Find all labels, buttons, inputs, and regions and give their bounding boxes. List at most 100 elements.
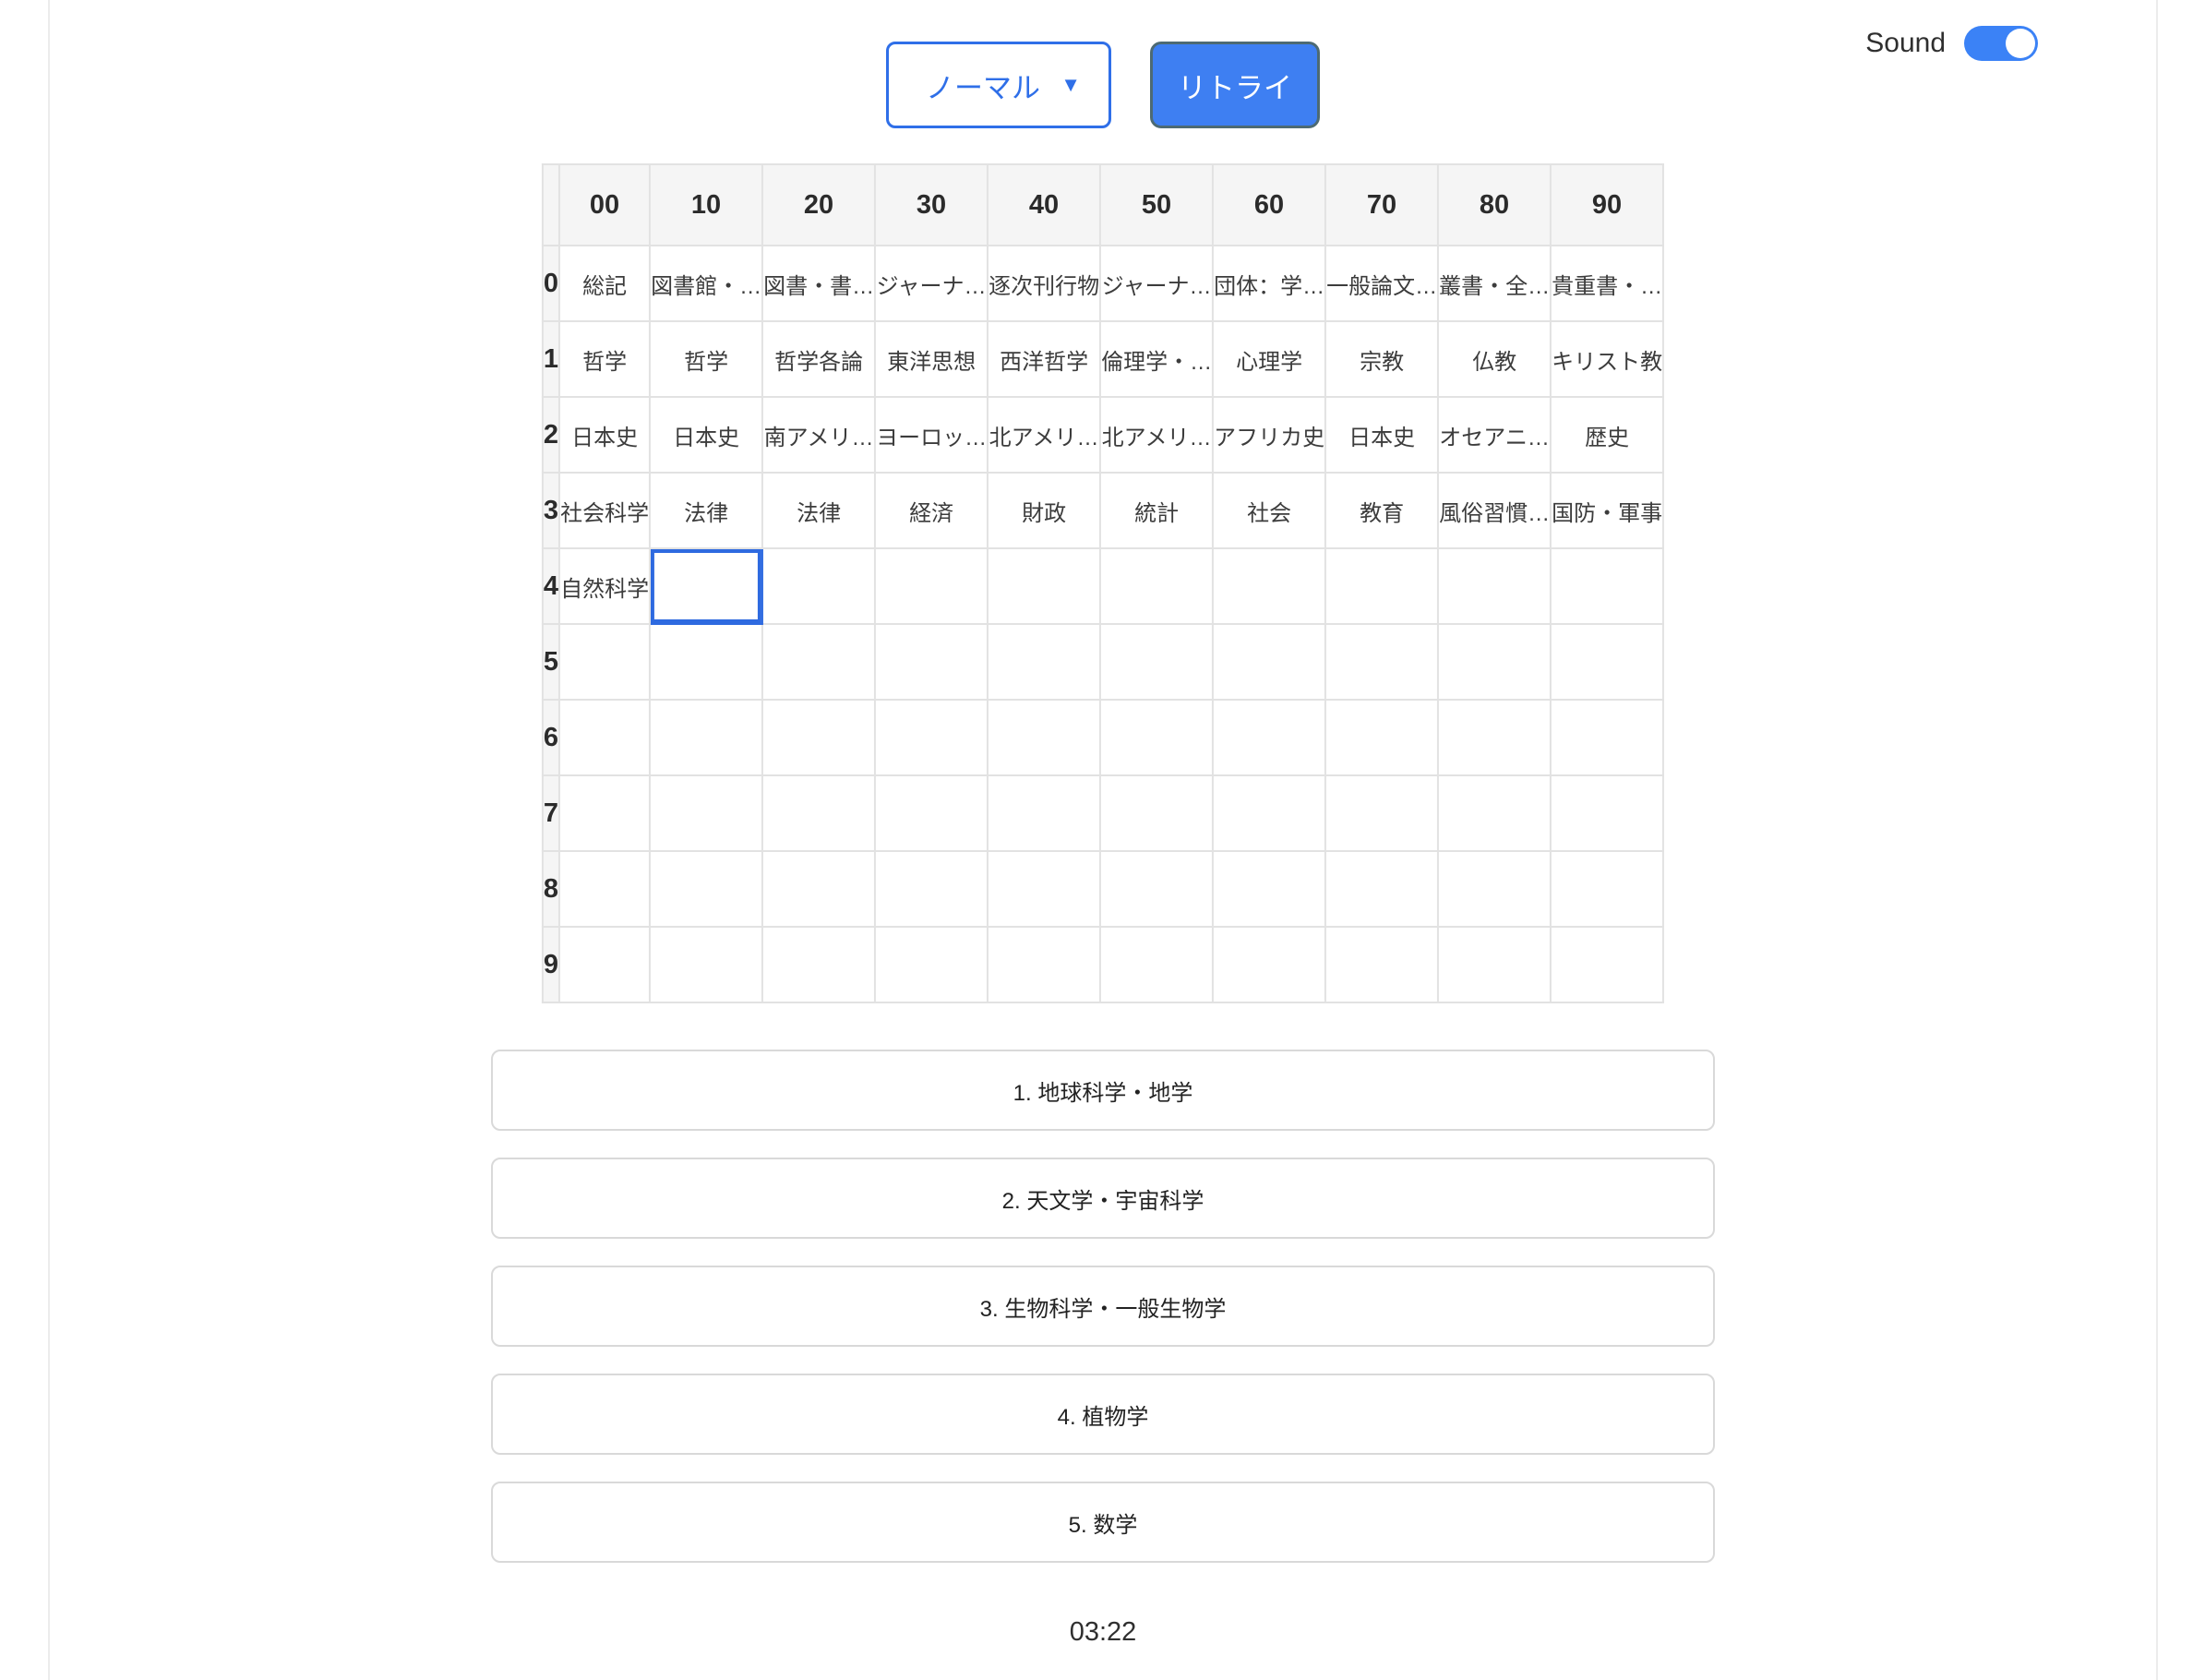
- difficulty-select[interactable]: ノーマル ▼: [886, 42, 1111, 128]
- grid-cell-950: [1100, 927, 1213, 1002]
- grid-cell-590: [1551, 624, 1663, 700]
- grid-cell-980: [1438, 927, 1551, 1002]
- row-header-1: 1: [543, 321, 559, 397]
- grid-body: 0総記図書館・…図書・書…ジャーナ…逐次刊行物ジャーナ…団体：学…一般論文…叢書…: [543, 246, 1663, 1002]
- grid-cell-940: [988, 927, 1100, 1002]
- grid-cell-990: [1551, 927, 1663, 1002]
- grid-row-2: 2日本史日本史南アメリ…ヨーロッ…北アメリ…北アメリ…アフリカ史日本史オセアニ……: [543, 397, 1663, 473]
- grid-cell-670: [1325, 700, 1438, 775]
- grid-cell-500: [559, 624, 650, 700]
- timer: 03:22: [50, 1617, 2156, 1648]
- col-header-30: 30: [875, 164, 988, 246]
- row-header-4: 4: [543, 548, 559, 624]
- grid-cell-690: [1551, 700, 1663, 775]
- grid-cell-550: [1100, 624, 1213, 700]
- grid-cell-860: [1213, 851, 1325, 927]
- col-header-20: 20: [762, 164, 875, 246]
- grid-cell-030: ジャーナ…: [875, 246, 988, 321]
- grid-cell-530: [875, 624, 988, 700]
- grid-cell-720: [762, 775, 875, 851]
- grid-cell-580: [1438, 624, 1551, 700]
- row-header-9: 9: [543, 927, 559, 1002]
- grid-cell-280: オセアニ…: [1438, 397, 1551, 473]
- answer-option-4[interactable]: 4. 植物学: [491, 1374, 1715, 1455]
- row-header-8: 8: [543, 851, 559, 927]
- col-header-40: 40: [988, 164, 1100, 246]
- grid-cell-200: 日本史: [559, 397, 650, 473]
- col-header-00: 00: [559, 164, 650, 246]
- grid-cell-570: [1325, 624, 1438, 700]
- grid-cell-480: [1438, 548, 1551, 624]
- grid-cell-660: [1213, 700, 1325, 775]
- toggle-knob-icon: [2006, 29, 2035, 58]
- grid-cell-190: キリスト教: [1551, 321, 1663, 397]
- grid-cell-760: [1213, 775, 1325, 851]
- grid-cell-560: [1213, 624, 1325, 700]
- grid-row-6: 6: [543, 700, 1663, 775]
- grid-row-4: 4自然科学: [543, 548, 1663, 624]
- grid-cell-630: [875, 700, 988, 775]
- grid-cell-000: 総記: [559, 246, 650, 321]
- row-header-7: 7: [543, 775, 559, 851]
- grid-cell-750: [1100, 775, 1213, 851]
- grid-cell-730: [875, 775, 988, 851]
- grid-cell-510: [650, 624, 762, 700]
- grid-cell-540: [988, 624, 1100, 700]
- grid-row-0: 0総記図書館・…図書・書…ジャーナ…逐次刊行物ジャーナ…団体：学…一般論文…叢書…: [543, 246, 1663, 321]
- grid-cell-080: 叢書・全…: [1438, 246, 1551, 321]
- grid-cell-840: [988, 851, 1100, 927]
- grid-cell-800: [559, 851, 650, 927]
- grid-cell-040: 逐次刊行物: [988, 246, 1100, 321]
- grid-cell-490: [1551, 548, 1663, 624]
- grid-row-9: 9: [543, 927, 1663, 1002]
- grid-row-5: 5: [543, 624, 1663, 700]
- grid-cell-350: 統計: [1100, 473, 1213, 548]
- grid-cell-890: [1551, 851, 1663, 927]
- chevron-down-icon: ▼: [1061, 73, 1081, 97]
- sound-label: Sound: [1865, 28, 1946, 59]
- grid-cell-300: 社会科学: [559, 473, 650, 548]
- difficulty-value: ノーマル: [926, 65, 1040, 106]
- answer-option-2[interactable]: 2. 天文学・宇宙科学: [491, 1158, 1715, 1239]
- grid-cell-050: ジャーナ…: [1100, 246, 1213, 321]
- grid-cell-440: [988, 548, 1100, 624]
- grid-cell-160: 心理学: [1213, 321, 1325, 397]
- row-header-6: 6: [543, 700, 559, 775]
- grid-row-1: 1哲学哲学哲学各論東洋思想西洋哲学倫理学・…心理学宗教仏教キリスト教: [543, 321, 1663, 397]
- grid-cell-680: [1438, 700, 1551, 775]
- grid-cell-470: [1325, 548, 1438, 624]
- grid-cell-420: [762, 548, 875, 624]
- grid-cell-870: [1325, 851, 1438, 927]
- grid-corner-cell: [543, 164, 559, 246]
- grid-row-7: 7: [543, 775, 1663, 851]
- col-header-10: 10: [650, 164, 762, 246]
- grid-cell-790: [1551, 775, 1663, 851]
- answer-option-3[interactable]: 3. 生物科学・一般生物学: [491, 1266, 1715, 1347]
- grid-cell-290: 歴史: [1551, 397, 1663, 473]
- grid-cell-090: 貴重書・…: [1551, 246, 1663, 321]
- grid-cell-810: [650, 851, 762, 927]
- grid-cell-880: [1438, 851, 1551, 927]
- answer-option-5[interactable]: 5. 数学: [491, 1482, 1715, 1563]
- grid-cell-320: 法律: [762, 473, 875, 548]
- grid-header: 00102030405060708090: [543, 164, 1663, 246]
- grid-cell-150: 倫理学・…: [1100, 321, 1213, 397]
- grid-cell-460: [1213, 548, 1325, 624]
- grid-cell-selected: [650, 548, 762, 624]
- grid-cell-430: [875, 548, 988, 624]
- sound-toggle[interactable]: [1964, 26, 2038, 61]
- grid-cell-700: [559, 775, 650, 851]
- grid-cell-330: 経済: [875, 473, 988, 548]
- grid-cell-770: [1325, 775, 1438, 851]
- grid-cell-220: 南アメリ…: [762, 397, 875, 473]
- grid-cell-240: 北アメリ…: [988, 397, 1100, 473]
- grid-cell-010: 図書館・…: [650, 246, 762, 321]
- grid-cell-170: 宗教: [1325, 321, 1438, 397]
- classification-grid: 00102030405060708090 0総記図書館・…図書・書…ジャーナ…逐…: [542, 163, 1664, 1003]
- grid-cell-340: 財政: [988, 473, 1100, 548]
- grid-cell-930: [875, 927, 988, 1002]
- retry-button[interactable]: リトライ: [1150, 42, 1320, 128]
- col-header-80: 80: [1438, 164, 1551, 246]
- grid-cell-780: [1438, 775, 1551, 851]
- answer-option-1[interactable]: 1. 地球科学・地学: [491, 1050, 1715, 1131]
